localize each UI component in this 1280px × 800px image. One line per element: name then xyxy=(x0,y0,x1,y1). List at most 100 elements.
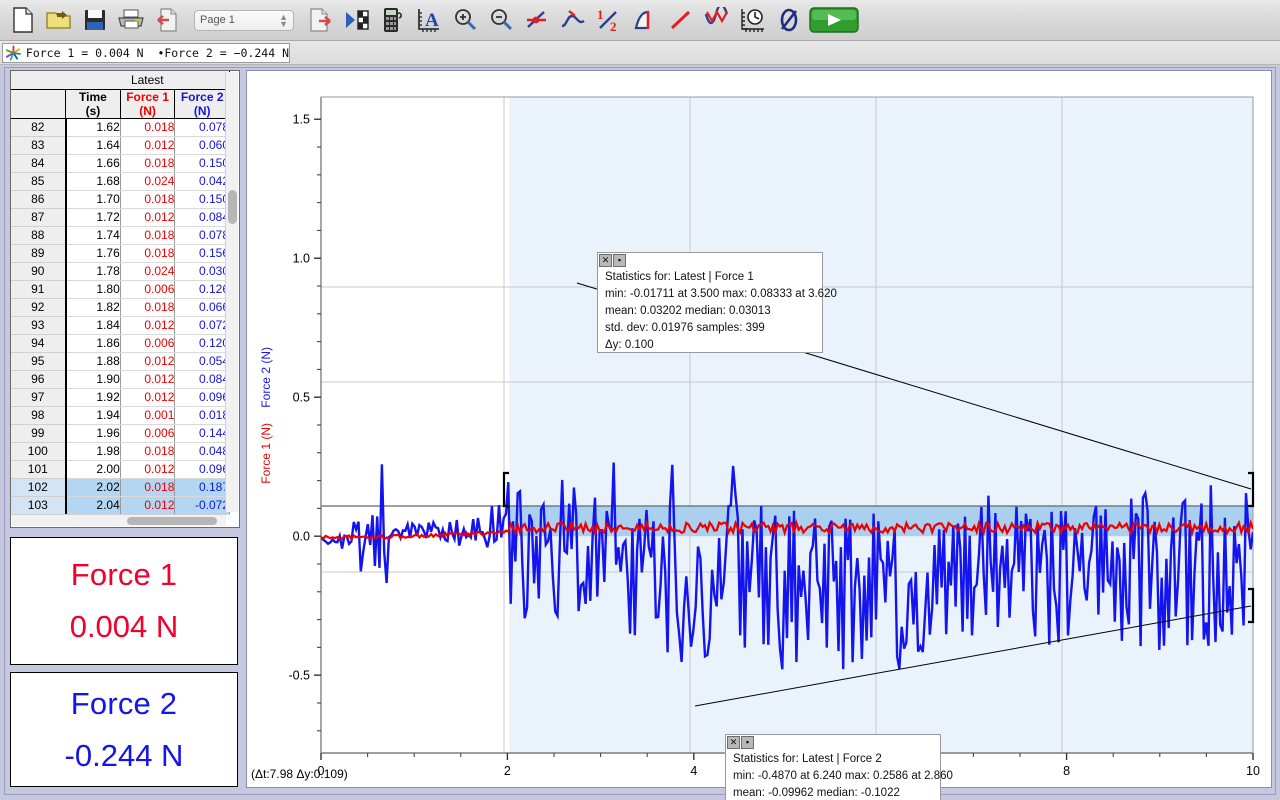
table-row-number[interactable]: 89 xyxy=(11,244,67,263)
table-cell-time[interactable]: 1.72 xyxy=(65,208,121,227)
table-row[interactable]: 101 2.00 0.012 0.096 xyxy=(11,460,230,479)
table-cell-force1[interactable]: 0.012 xyxy=(120,388,176,407)
collect-play-icon[interactable] xyxy=(808,4,860,36)
table-cell-time[interactable]: 1.62 xyxy=(65,118,121,137)
table-cell-time[interactable]: 1.94 xyxy=(65,406,121,425)
table-cell-time[interactable]: 1.74 xyxy=(65,226,121,245)
minimize-icon[interactable]: ▪ xyxy=(613,254,626,267)
table-cell-force2[interactable]: 0.156 xyxy=(174,244,230,263)
table-cell-force1[interactable]: 0.006 xyxy=(120,280,176,299)
meter-force1[interactable]: Force 1 0.004 N xyxy=(10,537,238,665)
table-row-number[interactable]: 94 xyxy=(11,334,67,353)
table-cell-force1[interactable]: 0.012 xyxy=(120,136,176,155)
curve-fit-icon[interactable] xyxy=(700,4,734,36)
table-row[interactable]: 82 1.62 0.018 0.078 xyxy=(11,118,230,137)
table-row-number[interactable]: 86 xyxy=(11,190,67,209)
save-floppy-icon[interactable] xyxy=(78,4,112,36)
integral-area-icon[interactable] xyxy=(628,4,662,36)
table-cell-force1[interactable]: 0.018 xyxy=(120,298,176,317)
meter-force2[interactable]: Force 2 -0.244 N xyxy=(10,672,238,787)
table-cell-force2[interactable]: 0.078 xyxy=(174,226,230,245)
table-cell-force1[interactable]: 0.006 xyxy=(120,424,176,443)
table-cell-time[interactable]: 1.78 xyxy=(65,262,121,281)
table-cell-force2[interactable]: 0.078 xyxy=(174,118,230,137)
derivative-icon[interactable]: 12 xyxy=(592,4,626,36)
table-cell-time[interactable]: 1.84 xyxy=(65,316,121,335)
table-cell-force2[interactable]: 0.096 xyxy=(174,460,230,479)
table-cell-force2[interactable]: 0.048 xyxy=(174,442,230,461)
table-vertical-scroll-thumb[interactable] xyxy=(228,190,237,224)
table-cell-time[interactable]: 1.80 xyxy=(65,280,121,299)
table-row[interactable]: 91 1.80 0.006 0.126 xyxy=(11,280,230,299)
table-cell-force1[interactable]: 0.012 xyxy=(120,496,176,515)
column-header-force1[interactable]: Force 1 (N) xyxy=(119,89,176,119)
new-document-icon[interactable] xyxy=(6,4,40,36)
table-cell-time[interactable]: 2.04 xyxy=(65,496,121,515)
table-row-number[interactable]: 102 xyxy=(11,478,67,497)
print-icon[interactable] xyxy=(114,4,148,36)
table-cell-force1[interactable]: 0.018 xyxy=(120,190,176,209)
table-cell-force2[interactable]: 0.120 xyxy=(174,334,230,353)
table-cell-force1[interactable]: 0.012 xyxy=(120,460,176,479)
table-row[interactable]: 98 1.94 0.001 0.018 xyxy=(11,406,230,425)
table-cell-force2[interactable]: 0.150 xyxy=(174,190,230,209)
table-cell-force1[interactable]: 0.018 xyxy=(120,244,176,263)
table-cell-force1[interactable]: 0.018 xyxy=(120,154,176,173)
table-row[interactable]: 93 1.84 0.012 0.072 xyxy=(11,316,230,335)
table-row-number[interactable]: 95 xyxy=(11,352,67,371)
table-cell-force2[interactable]: 0.187 xyxy=(174,478,230,497)
table-row[interactable]: 84 1.66 0.018 0.150 xyxy=(11,154,230,173)
tangent-line-icon[interactable] xyxy=(556,4,590,36)
table-cell-force1[interactable]: 0.018 xyxy=(120,442,176,461)
table-horizontal-scrollbar[interactable] xyxy=(12,514,226,526)
table-row-number[interactable]: 98 xyxy=(11,406,67,425)
close-icon[interactable]: ✕ xyxy=(727,736,740,749)
graph-panel[interactable]: -0.50.00.51.01.5 0246810 Force 2 (N) For… xyxy=(246,70,1273,800)
table-cell-force2[interactable]: 0.030 xyxy=(174,262,230,281)
table-cell-force2[interactable]: 0.150 xyxy=(174,154,230,173)
table-horizontal-scroll-thumb[interactable] xyxy=(127,517,217,525)
table-cell-time[interactable]: 1.68 xyxy=(65,172,121,191)
table-cell-force2[interactable]: 0.072 xyxy=(174,316,230,335)
minimize-icon[interactable]: ▪ xyxy=(741,736,754,749)
table-cell-force2[interactable]: -0.072 xyxy=(174,496,230,515)
table-cell-time[interactable]: 1.88 xyxy=(65,352,121,371)
table-row-number[interactable]: 85 xyxy=(11,172,67,191)
stats-box-force2[interactable]: ✕ ▪ Statistics for: Latest | Force 2 min… xyxy=(725,734,953,800)
sensor-readout-box[interactable]: Force 1 = 0.004 N •Force 2 = −0.244 N xyxy=(2,43,290,63)
table-row-number[interactable]: 96 xyxy=(11,370,67,389)
table-row-number[interactable]: 83 xyxy=(11,136,67,155)
stats-box-force1[interactable]: ✕ ▪ Statistics for: Latest | Force 1 min… xyxy=(597,252,837,353)
table-cell-force2[interactable]: 0.018 xyxy=(174,406,230,425)
table-row-number[interactable]: 103 xyxy=(11,496,67,515)
table-cell-force1[interactable]: 0.001 xyxy=(120,406,176,425)
table-row[interactable]: 87 1.72 0.012 0.084 xyxy=(11,208,230,227)
table-cell-force1[interactable]: 0.006 xyxy=(120,334,176,353)
table-cell-force1[interactable]: 0.024 xyxy=(120,172,176,191)
examine-point-icon[interactable] xyxy=(520,4,554,36)
table-cell-time[interactable]: 1.90 xyxy=(65,370,121,389)
table-row[interactable]: 88 1.74 0.018 0.078 xyxy=(11,226,230,245)
table-row[interactable]: 100 1.98 0.018 0.048 xyxy=(11,442,230,461)
table-row[interactable]: 103 2.04 0.012 -0.072 xyxy=(11,496,230,515)
table-row[interactable]: 86 1.70 0.018 0.150 xyxy=(11,190,230,209)
data-table-panel[interactable]: Latest Time (s) Force 1 (N) Force 2 (N) 82 1… xyxy=(10,70,240,528)
table-row-number[interactable]: 90 xyxy=(11,262,67,281)
table-cell-time[interactable]: 1.66 xyxy=(65,154,121,173)
table-cell-time[interactable]: 2.02 xyxy=(65,478,121,497)
table-row[interactable]: 89 1.76 0.018 0.156 xyxy=(11,244,230,263)
table-cell-time[interactable]: 1.76 xyxy=(65,244,121,263)
data-table-icon[interactable] xyxy=(340,4,374,36)
table-row[interactable]: 83 1.64 0.012 0.060 xyxy=(11,136,230,155)
table-cell-force2[interactable]: 0.096 xyxy=(174,388,230,407)
table-row[interactable]: 90 1.78 0.024 0.030 xyxy=(11,262,230,281)
table-cell-time[interactable]: 1.98 xyxy=(65,442,121,461)
table-row-number[interactable]: 91 xyxy=(11,280,67,299)
table-row[interactable]: 97 1.92 0.012 0.096 xyxy=(11,388,230,407)
table-row-number[interactable]: 101 xyxy=(11,460,67,479)
column-header-force2[interactable]: Force 2 (N) xyxy=(174,89,230,119)
table-cell-force2[interactable]: 0.144 xyxy=(174,424,230,443)
graph-plot[interactable]: -0.50.00.51.01.5 0246810 xyxy=(247,71,1273,789)
table-vertical-scrollbar[interactable] xyxy=(225,72,238,512)
table-row[interactable]: 94 1.86 0.006 0.120 xyxy=(11,334,230,353)
